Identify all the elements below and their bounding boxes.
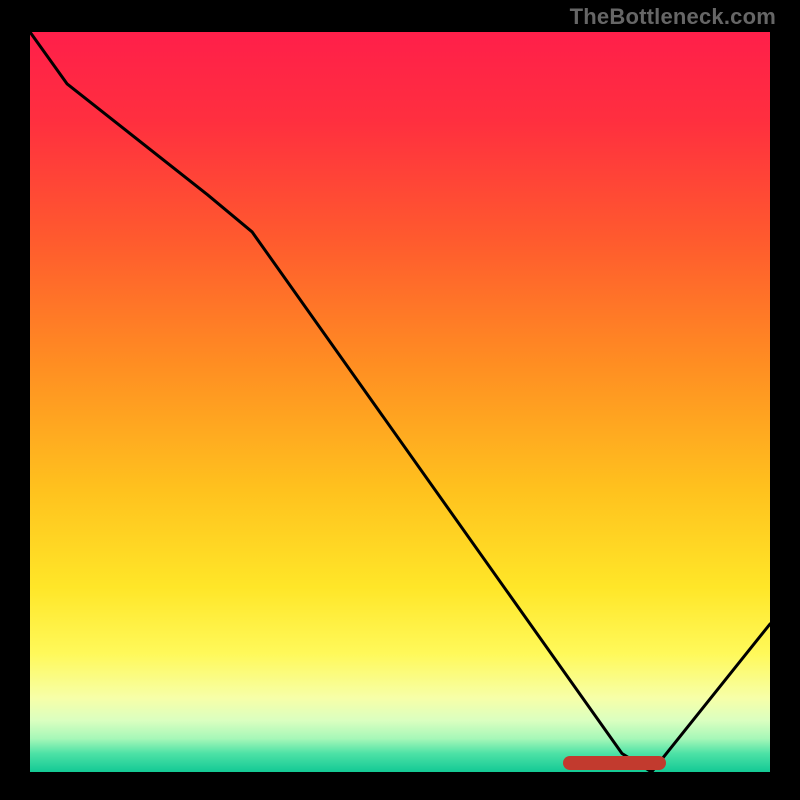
watermark-text: TheBottleneck.com (570, 4, 776, 30)
chart-plot-area (30, 32, 770, 772)
cost-curve-path (30, 32, 770, 772)
chart-line-layer (30, 32, 770, 772)
optimal-range-bar (563, 756, 667, 770)
